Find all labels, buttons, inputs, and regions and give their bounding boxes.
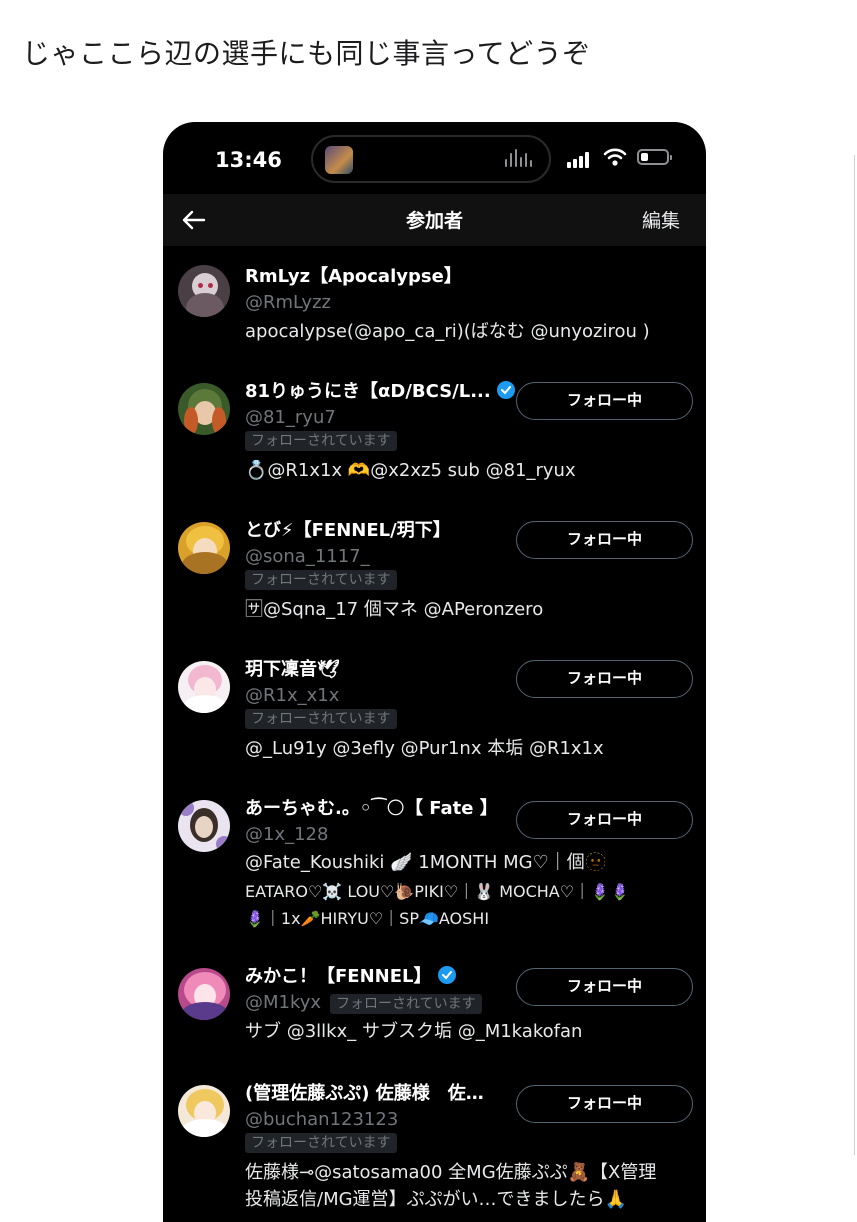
display-name: とび⚡【FENNEL/玥下】	[245, 520, 451, 541]
avatar[interactable]	[178, 522, 230, 574]
avatar[interactable]	[178, 265, 230, 317]
handle: @81_ryu7	[245, 407, 336, 428]
handle: @RmLyzz	[245, 292, 331, 313]
follows-you-badge: フォローされています	[245, 709, 397, 729]
handle: @buchan123123	[245, 1109, 399, 1130]
bio-line: @Fate_Koushiki 🪽 1MONTH MG♡｜個🫥	[245, 852, 608, 873]
display-name: 81りゅうにき【αD/BCS/L...	[245, 380, 516, 404]
dynamic-island[interactable]	[311, 135, 551, 183]
display-name: あーちゃむ.。◦⁀🌕【 Fate 】	[245, 798, 498, 819]
bio: 💍@R1x1x 🫶@x2xz5 sub @81_ryux	[245, 460, 576, 481]
bio: サブ @3llkx_ サブスク垢 @_M1kakofan	[245, 1021, 583, 1042]
bio: @_Lu91y @3efly @Pur1nx 本垢 @R1x1x	[245, 738, 604, 759]
navigation-bar: 参加者 編集	[163, 194, 706, 246]
handle: @R1x_x1x	[245, 685, 340, 706]
page-title: 参加者	[405, 210, 463, 232]
verified-badge-icon	[437, 966, 456, 984]
avatar[interactable]	[178, 661, 230, 713]
display-name: 玥下凜音🕊	[245, 659, 340, 680]
following-button[interactable]: フォロー中	[516, 968, 693, 1006]
following-button[interactable]: フォロー中	[516, 1085, 693, 1123]
following-button[interactable]: フォロー中	[516, 382, 693, 420]
bio-continuation: 投稿返信/MG運営】ぷぷがい…できましたら🙏	[245, 1189, 627, 1210]
display-name: みかこ！【FENNEL】	[245, 965, 457, 989]
following-button[interactable]: フォロー中	[516, 660, 693, 698]
display-name: (管理佐藤ぷぷ) 佐藤様 佐…	[245, 1083, 484, 1104]
status-time: 13:46	[215, 148, 282, 172]
handle: @sona_1117_	[245, 546, 370, 567]
follows-you-badge: フォローされています	[245, 431, 397, 451]
status-bar: 13:46	[163, 122, 706, 202]
handle: @1x_128	[245, 824, 329, 845]
following-button[interactable]: フォロー中	[516, 801, 693, 839]
follows-you-badge: フォローされています	[330, 994, 482, 1014]
phone-screenshot: 13:46 参加者 編集 RmLyz【Apocalypse】 @RmLyzz a…	[163, 122, 706, 1222]
divider	[854, 155, 855, 1155]
avatar[interactable]	[178, 1085, 230, 1137]
cellular-signal-icon	[567, 152, 593, 168]
follows-you-badge: フォローされています	[245, 570, 397, 590]
bio: 🈂@Sqna_17 個マネ @APeronzero	[245, 599, 544, 620]
bio: apocalypse(@apo_ca_ri)(ばなむ @unyozirou )	[245, 321, 650, 342]
handle: @M1kyx	[245, 992, 322, 1013]
verified-badge-icon	[496, 381, 515, 399]
avatar[interactable]	[178, 800, 230, 852]
now-playing-artwork	[325, 146, 353, 174]
audio-waveform-icon	[505, 149, 535, 171]
battery-icon	[637, 149, 672, 165]
post-caption: じゃここら辺の選手にも同じ事言ってどうぞ	[22, 37, 591, 70]
follows-you-badge: フォローされています	[245, 1133, 397, 1153]
avatar[interactable]	[178, 968, 230, 1020]
following-button[interactable]: フォロー中	[516, 521, 693, 559]
bio-line: 🪻｜1x🥕HIRYU♡｜SP🧢AOSHI	[245, 909, 490, 928]
display-name: RmLyz【Apocalypse】	[245, 266, 462, 287]
wifi-icon	[603, 148, 627, 166]
bio-line: EATARO♡☠️ LOU♡🐌PIKI♡｜🐰 MOCHA♡｜🪻🪻	[245, 882, 630, 901]
edit-button[interactable]: 編集	[642, 206, 680, 233]
bio: 佐藤様⊸@satosama00 全MG佐藤ぷぷ🧸【X管理	[245, 1162, 657, 1183]
avatar[interactable]	[178, 383, 230, 435]
